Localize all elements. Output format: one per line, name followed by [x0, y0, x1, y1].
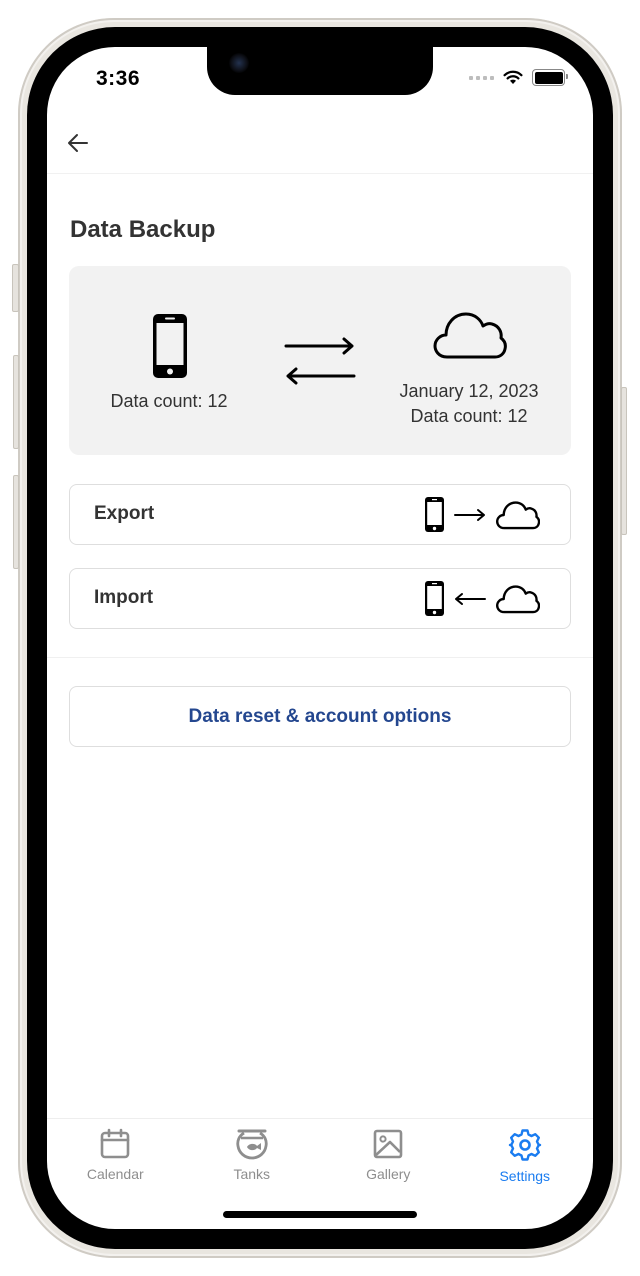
- tab-label: Calendar: [86, 1166, 144, 1182]
- export-flow-graphic: [425, 497, 540, 532]
- home-indicator[interactable]: [223, 1211, 417, 1218]
- import-label: Import: [94, 587, 154, 608]
- local-data-count: Data count: 12: [110, 391, 228, 411]
- battery-icon: [532, 69, 568, 86]
- tab-label: Settings: [499, 1168, 551, 1184]
- tab-label: Gallery: [366, 1166, 411, 1182]
- tab-label: Tanks: [233, 1166, 271, 1182]
- tab-gallery[interactable]: Gallery: [320, 1119, 457, 1199]
- tab-settings[interactable]: Settings: [457, 1119, 594, 1199]
- arrow-left-icon: [455, 592, 486, 605]
- cloud-data-count: Data count: 12: [410, 406, 528, 426]
- cloud-icon: [496, 500, 540, 529]
- volume-up-button: [13, 355, 19, 449]
- page-title: Data Backup: [70, 216, 216, 243]
- sync-arrows-icon: [284, 337, 356, 385]
- cloud-backup-info: January 12, 2023 Data count: 12: [387, 379, 551, 429]
- volume-down-button: [13, 475, 19, 569]
- power-button: [621, 387, 627, 535]
- notch: [207, 47, 433, 95]
- arrow-right-icon: [454, 508, 485, 521]
- back-arrow-icon[interactable]: [65, 130, 91, 156]
- smartphone-icon: [153, 314, 187, 378]
- front-camera: [229, 53, 249, 73]
- data-reset-account-options-button[interactable]: Data reset & account options: [69, 686, 571, 747]
- reset-button-label: Data reset & account options: [188, 705, 452, 727]
- smartphone-icon: [425, 581, 444, 616]
- tab-tanks[interactable]: Tanks: [184, 1119, 321, 1199]
- cloud-icon: [433, 312, 507, 359]
- mute-switch: [12, 264, 19, 312]
- tab-bar: Calendar Tanks Gallery Settings: [47, 1118, 593, 1199]
- image-icon: [373, 1129, 403, 1159]
- status-time: 3:36: [96, 67, 141, 90]
- fishbowl-icon: [236, 1129, 268, 1160]
- calendar-icon: [100, 1128, 130, 1159]
- screen: 3:36 Data Backup Data count: 12 January …: [47, 47, 593, 1229]
- export-label: Export: [94, 503, 155, 524]
- smartphone-icon: [425, 497, 444, 532]
- status-icons: [469, 69, 568, 86]
- import-button[interactable]: Import: [69, 568, 571, 629]
- cloud-icon: [496, 584, 540, 613]
- section-divider: [47, 657, 593, 658]
- header: [47, 115, 593, 174]
- cellular-signal-icon: [469, 75, 494, 80]
- backup-summary-card: Data count: 12 January 12, 2023 Data cou…: [69, 266, 571, 455]
- wifi-icon: [503, 70, 523, 84]
- gear-icon: [508, 1129, 541, 1161]
- export-button[interactable]: Export: [69, 484, 571, 545]
- tab-calendar[interactable]: Calendar: [47, 1119, 184, 1199]
- last-backup-date: January 12, 2023: [399, 381, 539, 401]
- import-flow-graphic: [425, 581, 540, 616]
